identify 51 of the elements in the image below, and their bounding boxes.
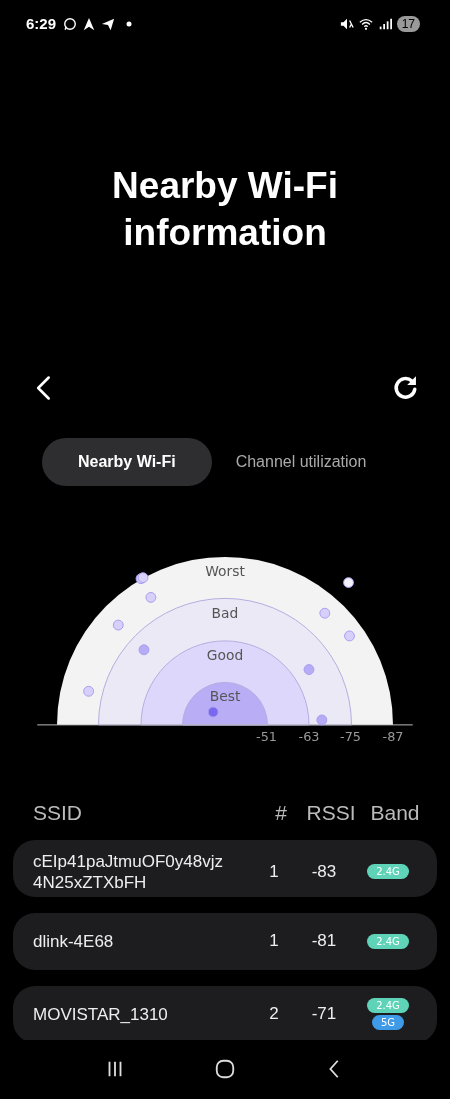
network-row[interactable]: dlink-4E68 1 -81 2.4G xyxy=(13,912,437,970)
band-tag: 5G xyxy=(371,1015,405,1031)
notification-dot-icon xyxy=(126,20,133,27)
network-dot xyxy=(344,630,355,642)
ssid-text: dlink-4E68 xyxy=(33,930,115,952)
network-row[interactable]: MOVISTAR_1310 2 -71 2.4G 5G xyxy=(13,985,437,1040)
network-dot xyxy=(343,577,354,589)
rssi-value: -83 xyxy=(310,861,338,882)
network-row[interactable]: cEIp41paJtmuOF0y48vjz 4N25xZTXbFH 1 -83 2.4G xyxy=(13,839,437,897)
band-tag: 2.4G xyxy=(367,998,409,1014)
navigation-icon xyxy=(82,16,97,31)
network-dot xyxy=(319,608,331,620)
ssid-text: MOVISTAR_1310 xyxy=(33,1003,169,1025)
network-dot xyxy=(145,592,157,604)
tick-label: -63 xyxy=(298,729,320,745)
zone-label: Best xyxy=(209,688,241,705)
zone-label: Worst xyxy=(205,563,245,580)
mute-icon xyxy=(339,16,354,31)
column-header: RSSI xyxy=(305,800,357,825)
zone-label: Good xyxy=(206,647,244,664)
network-dot xyxy=(316,714,328,726)
band-tag: 2.4G xyxy=(367,864,409,880)
rssi-value: -81 xyxy=(310,931,338,952)
tab[interactable]: Nearby Wi-Fi xyxy=(42,438,212,487)
network-dot xyxy=(138,644,150,656)
page-title: Nearby Wi-Fi information xyxy=(111,164,339,256)
home-icon[interactable] xyxy=(214,1058,236,1081)
network-dot xyxy=(112,620,124,631)
channel-count: 2 xyxy=(268,1004,280,1025)
tab[interactable]: Channel utilization xyxy=(223,438,379,487)
zone-label: Bad xyxy=(211,605,239,622)
wifi-icon xyxy=(358,16,373,31)
clock: 6:29 xyxy=(26,15,57,33)
network-dot xyxy=(303,664,315,676)
send-icon xyxy=(101,16,116,31)
ssid-text: cEIp41paJtmuOF0y48vjz 4N25xZTXbFH xyxy=(33,850,224,893)
tick-label: -87 xyxy=(382,729,404,745)
channel-count: 1 xyxy=(268,861,280,882)
network-dot xyxy=(207,707,219,718)
rssi-value: -71 xyxy=(310,1004,338,1025)
battery-indicator: 17 xyxy=(396,15,420,32)
column-header: Band xyxy=(369,800,421,825)
signal-icon xyxy=(377,16,392,31)
chat-icon xyxy=(63,16,78,31)
column-header: SSID xyxy=(33,800,83,825)
channel-count: 1 xyxy=(268,931,280,952)
network-dot xyxy=(83,686,95,698)
tick-label: -75 xyxy=(340,729,361,745)
tick-label: -51 xyxy=(256,729,277,745)
column-header: # xyxy=(274,800,288,825)
band-tag: 2.4G xyxy=(367,933,409,949)
